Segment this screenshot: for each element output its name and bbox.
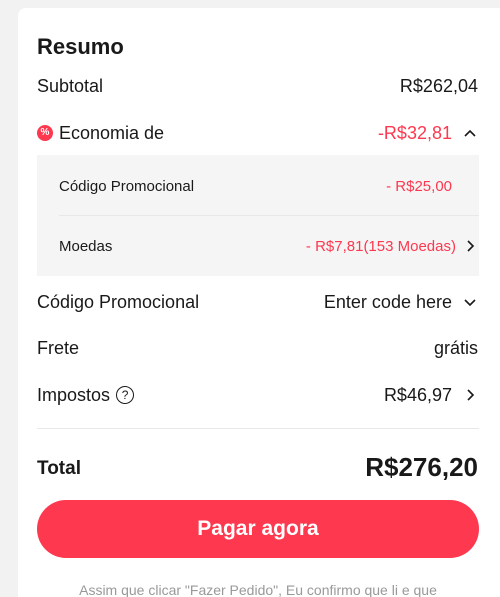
taxes-value: R$46,97 (383, 384, 452, 405)
promo-code-row[interactable]: Código Promocional Enter code here (37, 287, 478, 317)
chevron-right-icon[interactable] (462, 387, 478, 403)
total-value: R$276,20 (365, 452, 478, 482)
order-summary-card: Resumo Subtotal R$262,04 % Economia de -… (18, 8, 500, 597)
order-disclaimer: Assim que clicar "Fazer Pedido", Eu conf… (79, 582, 437, 597)
chevron-up-icon[interactable] (462, 125, 478, 141)
shipping-label: Frete (37, 337, 80, 358)
subtotal-row: Subtotal R$262,04 (37, 71, 478, 101)
question-circle-icon[interactable]: ? (116, 386, 135, 404)
breakdown-divider (59, 215, 479, 216)
promo-discount-value: - R$25,00 (386, 177, 452, 195)
promo-discount-label: Código Promocional (59, 177, 195, 195)
taxes-row[interactable]: Impostos ? R$46,97 (37, 380, 478, 410)
taxes-label: Impostos (37, 384, 111, 405)
pay-now-button[interactable]: Pagar agora (37, 500, 479, 558)
total-divider (37, 428, 479, 429)
savings-value: -R$32,81 (377, 122, 452, 143)
coins-discount-row[interactable]: Moedas - R$7,81(153 Moedas) (59, 231, 478, 261)
shipping-row: Frete grátis (37, 333, 478, 363)
promo-code-label: Código Promocional (37, 291, 200, 312)
total-label: Total (37, 458, 81, 479)
discount-badge-icon: % (37, 125, 53, 141)
promo-code-input[interactable]: Enter code here (324, 292, 452, 313)
subtotal-value: R$262,04 (399, 75, 478, 96)
savings-row[interactable]: % Economia de -R$32,81 (37, 118, 478, 148)
chevron-right-icon[interactable] (462, 238, 478, 254)
chevron-down-icon[interactable] (462, 294, 478, 310)
coins-discount-value: - R$7,81(153 Moedas) (305, 237, 456, 255)
coins-discount-label: Moedas (59, 237, 113, 255)
summary-title: Resumo (37, 34, 124, 59)
shipping-value: grátis (433, 337, 478, 358)
promo-discount-row: Código Promocional - R$25,00 (59, 171, 478, 201)
savings-label: Economia de (59, 122, 165, 143)
subtotal-label: Subtotal (37, 75, 104, 96)
